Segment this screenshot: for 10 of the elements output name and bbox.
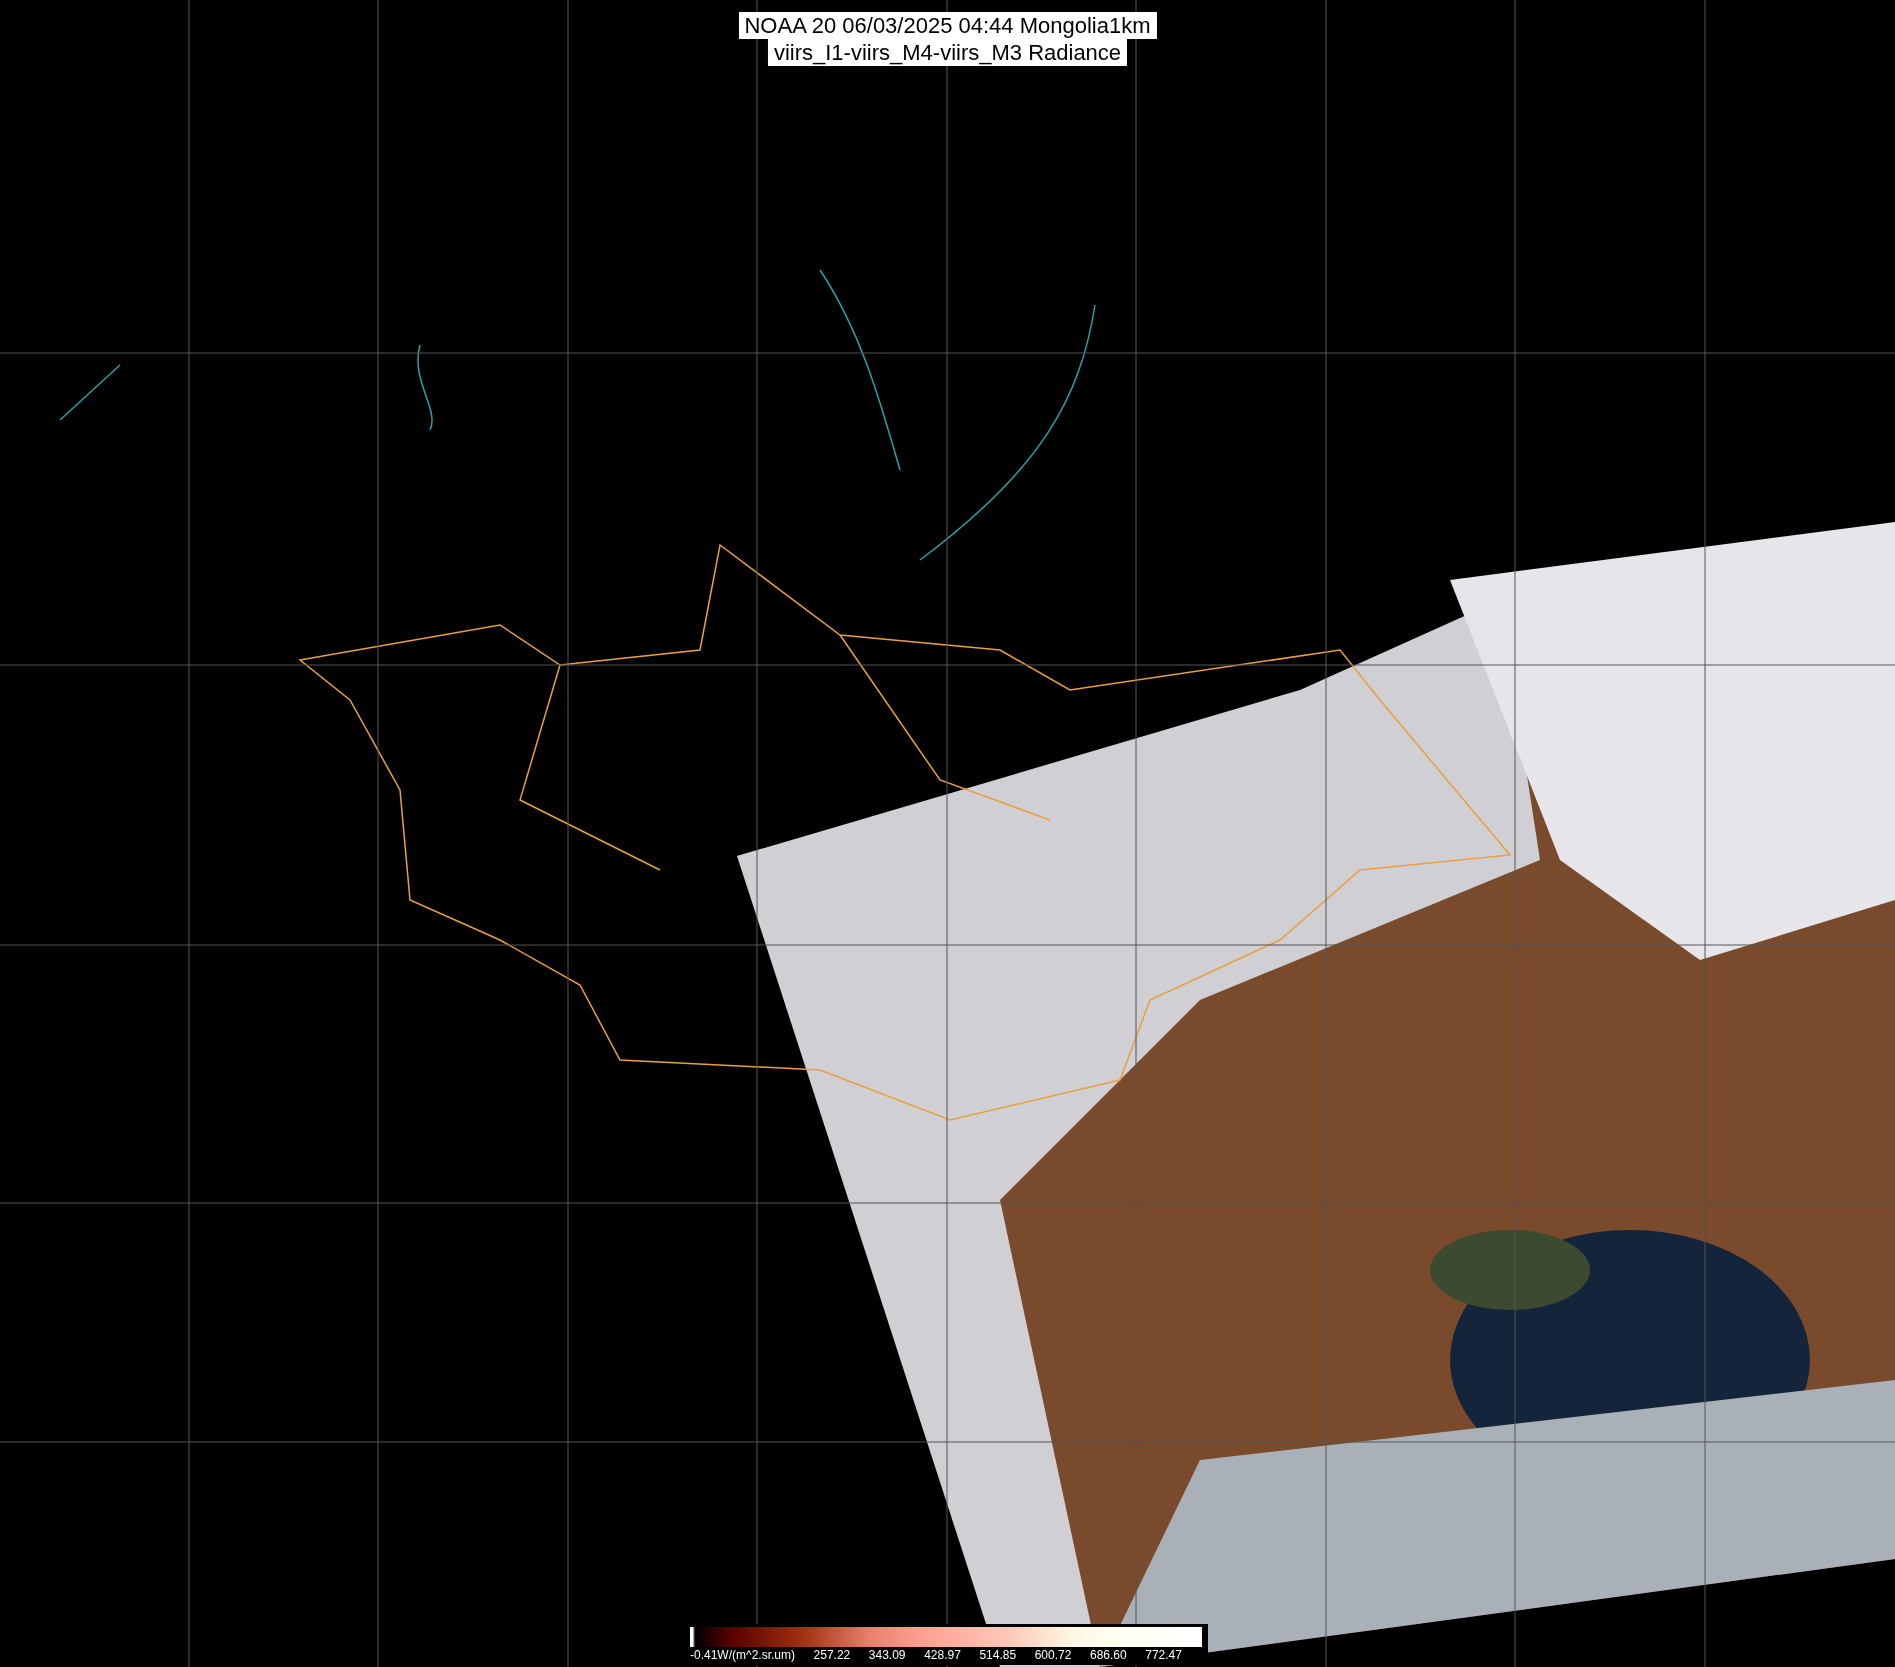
scale-label: -0.41W/(m^2.sr.um) — [690, 1647, 795, 1663]
scale-label: 772.47 — [1145, 1647, 1182, 1663]
image-title: viirs_I1-viirs_M4-viirs_M3 Radiance — [767, 39, 1128, 66]
image-title: NOAA 20 06/03/2025 04:44 Mongolia1km — [738, 12, 1157, 39]
scale-label: 343.09 — [868, 1647, 906, 1663]
scale-label: 600.72 — [1034, 1647, 1072, 1663]
scale-label: 257.22 — [813, 1647, 851, 1663]
scale-label: 428.97 — [924, 1647, 961, 1663]
scale-label: 514.85 — [979, 1647, 1017, 1663]
scale-label: 686.60 — [1089, 1647, 1127, 1663]
